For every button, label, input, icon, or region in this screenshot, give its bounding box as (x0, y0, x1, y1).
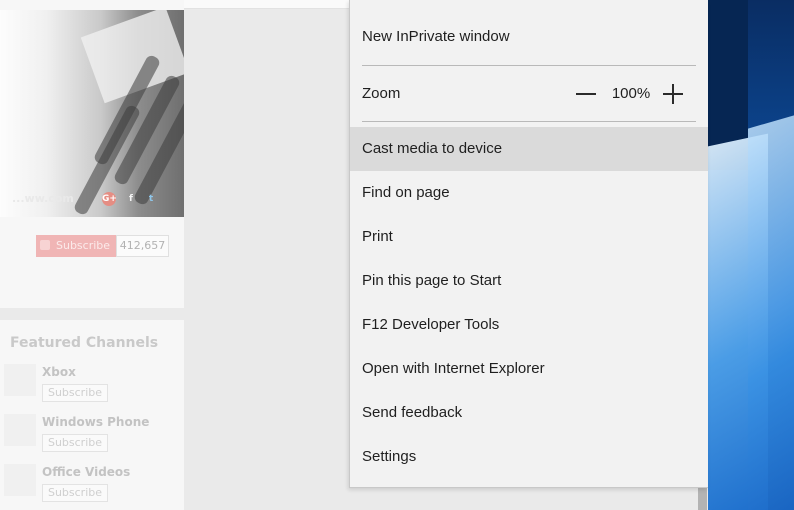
facebook-icon[interactable]: f (124, 192, 138, 206)
scrollbar-thumb[interactable] (698, 488, 707, 510)
channel-subscribe-button[interactable]: Subscribe (42, 384, 108, 402)
developer-tools-item[interactable]: F12 Developer Tools (350, 303, 708, 347)
channel-banner-image (0, 10, 184, 217)
channel-name[interactable]: Windows Phone (42, 415, 149, 429)
channel-subscribe-button[interactable]: Subscribe (42, 484, 108, 502)
channel-avatar[interactable] (4, 414, 36, 446)
zoom-out-icon[interactable] (572, 82, 600, 106)
section-divider (0, 308, 184, 320)
zoom-label: Zoom (362, 85, 401, 102)
new-inprivate-window-item[interactable]: New InPrivate window (350, 15, 708, 59)
page-top-strip (184, 0, 350, 9)
channel-name[interactable]: Office Videos (42, 465, 130, 479)
channel-name[interactable]: Xbox (42, 365, 76, 379)
channel-subscribe-button[interactable]: Subscribe (42, 434, 108, 452)
send-feedback-item[interactable]: Send feedback (350, 391, 708, 435)
banner-site-text: ...ww.com (12, 192, 74, 205)
print-item[interactable]: Print (350, 215, 708, 259)
open-with-ie-item[interactable]: Open with Internet Explorer (350, 347, 708, 391)
find-on-page-item[interactable]: Find on page (350, 171, 708, 215)
more-actions-menu: New InPrivate window Zoom 100% Cast medi… (349, 0, 708, 488)
pin-to-start-item[interactable]: Pin this page to Start (350, 259, 708, 303)
cast-media-item[interactable]: Cast media to device (350, 127, 708, 171)
zoom-in-icon[interactable] (660, 81, 686, 107)
desktop-wallpaper (708, 0, 794, 510)
zoom-level: 100% (611, 85, 651, 102)
zoom-row: Zoom 100% (350, 66, 708, 121)
channel-avatar[interactable] (4, 364, 36, 396)
twitter-icon[interactable]: t (144, 192, 158, 206)
menu-separator (362, 121, 696, 122)
subscriber-count: 412,657 (116, 235, 169, 257)
google-plus-icon[interactable]: G+ (102, 192, 117, 206)
channel-avatar[interactable] (4, 464, 36, 496)
featured-channels-title: Featured Channels (10, 335, 159, 351)
youtube-icon (40, 240, 50, 250)
channel-sidebar: ...ww.com G+ f t Subscribe 412,657 Featu… (0, 0, 184, 510)
settings-item[interactable]: Settings (350, 435, 708, 479)
